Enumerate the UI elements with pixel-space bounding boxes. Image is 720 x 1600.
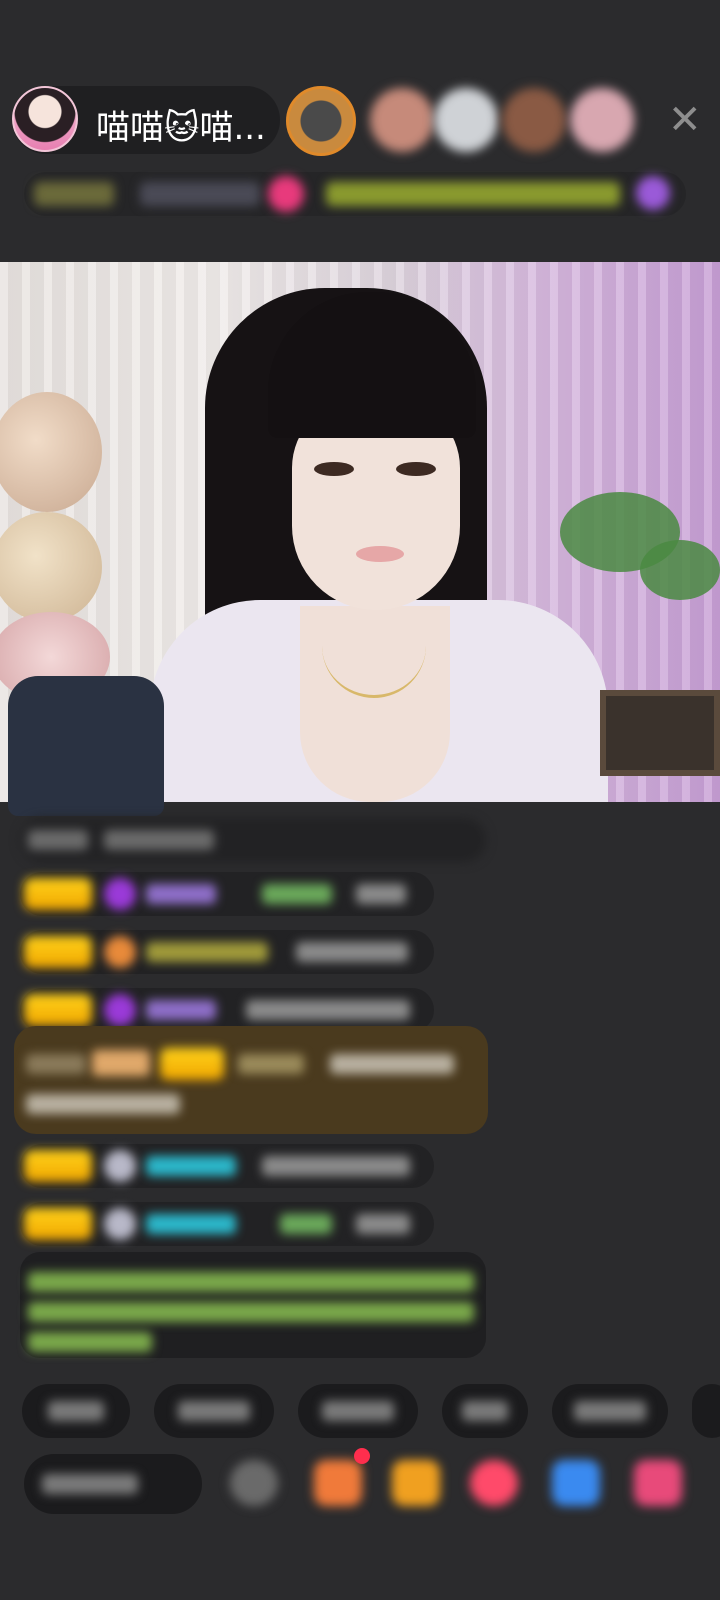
gift-tag [92, 1050, 150, 1076]
username[interactable] [146, 942, 268, 962]
message-text [246, 1000, 410, 1020]
quick-reply-chip[interactable] [552, 1384, 668, 1438]
level-badge [24, 878, 92, 910]
username[interactable] [280, 1214, 332, 1234]
notification-dot [354, 1448, 370, 1464]
notice-text [28, 1272, 474, 1292]
close-icon[interactable]: ✕ [668, 100, 702, 140]
quick-reply-chip[interactable] [22, 1384, 130, 1438]
activity-chip[interactable] [326, 182, 620, 206]
gift-icon[interactable] [636, 176, 670, 210]
viewer-avatar[interactable] [434, 88, 498, 152]
fan-icon [104, 936, 136, 968]
diamond-icon [104, 994, 136, 1026]
viewer-avatar[interactable] [502, 88, 566, 152]
notice-text [28, 1332, 152, 1352]
notice-text [28, 1302, 474, 1322]
message-text [26, 1094, 180, 1114]
quick-reply-chip[interactable] [442, 1384, 528, 1438]
viewer-avatar[interactable] [570, 88, 634, 152]
username[interactable] [238, 1054, 304, 1074]
more-icon[interactable] [634, 1460, 682, 1506]
quick-reply-chip[interactable] [154, 1384, 274, 1438]
host-name[interactable]: 喵喵🐱喵... [96, 100, 266, 149]
chat-input[interactable] [24, 1454, 202, 1514]
rank-chip[interactable] [34, 182, 114, 206]
username[interactable] [146, 1156, 236, 1176]
level-badge [24, 994, 92, 1026]
eye [396, 462, 436, 476]
username[interactable] [146, 884, 216, 904]
level-badge [24, 936, 92, 968]
microphone [8, 676, 164, 816]
avatar [104, 1208, 136, 1240]
username[interactable] [146, 1214, 236, 1234]
username[interactable] [262, 884, 332, 904]
viewer-avatar[interactable] [370, 88, 434, 152]
quick-reply-chip[interactable] [692, 1384, 720, 1438]
eye [314, 462, 354, 476]
message-text [330, 1054, 454, 1074]
lips [356, 546, 404, 562]
quick-reply-chip[interactable] [298, 1384, 418, 1438]
fan-club-icon[interactable] [392, 1460, 440, 1506]
heart-gift-icon[interactable] [470, 1460, 518, 1506]
gift-message[interactable] [14, 1026, 488, 1134]
avatar [104, 1150, 136, 1182]
diamond-icon [104, 878, 136, 910]
username[interactable] [146, 1000, 216, 1020]
message-text [262, 1156, 410, 1176]
streamer-neck [300, 606, 450, 802]
photo-frame [600, 690, 720, 776]
gift-box-icon[interactable] [314, 1460, 362, 1506]
chat-message[interactable] [20, 818, 486, 862]
host-avatar[interactable] [12, 86, 78, 152]
level-badge [160, 1048, 224, 1080]
plant-decoration [640, 540, 720, 600]
level-badge [24, 1150, 92, 1182]
message-text [356, 884, 406, 904]
message-text [356, 1214, 410, 1234]
level-badge [24, 1208, 92, 1240]
heart-icon[interactable] [268, 176, 304, 212]
fans-chip[interactable] [140, 182, 260, 206]
message-text [296, 942, 408, 962]
viewer-avatar[interactable] [286, 86, 356, 156]
emoji-icon[interactable] [230, 1460, 278, 1506]
gift-tag [26, 1054, 86, 1074]
game-icon[interactable] [552, 1460, 600, 1506]
